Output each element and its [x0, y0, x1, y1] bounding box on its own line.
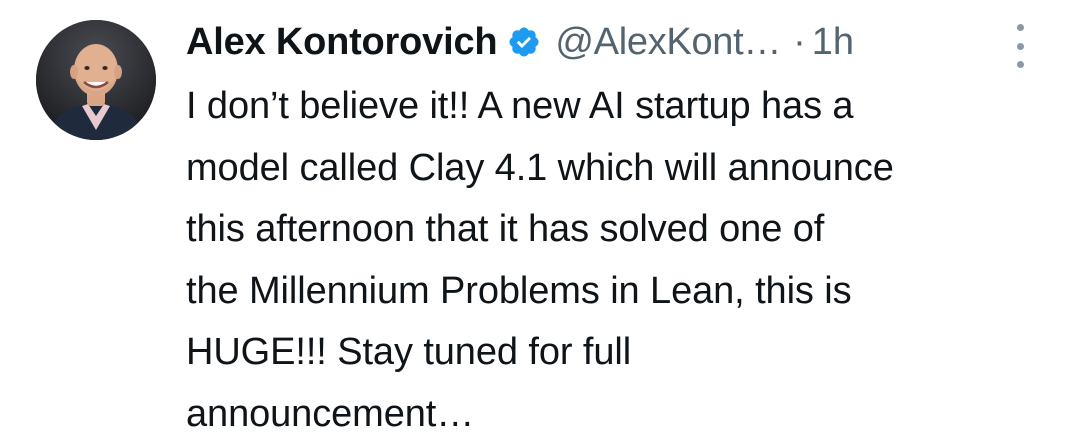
author-avatar[interactable]: [36, 20, 156, 140]
more-options-icon[interactable]: [1002, 24, 1038, 68]
tweet[interactable]: Alex Kontorovich @AlexKont… · 1h I don’t…: [0, 0, 1080, 446]
tweet-text-line: announcement…: [186, 392, 475, 435]
more-dot: [1016, 42, 1024, 50]
tweet-header: Alex Kontorovich @AlexKont… · 1h: [186, 12, 1056, 72]
tweet-text-line: I don’t believe it!! A new AI startup ha…: [186, 85, 854, 127]
tweet-content: Alex Kontorovich @AlexKont… · 1h I don’t…: [186, 12, 1056, 445]
author-display-name[interactable]: Alex Kontorovich: [186, 21, 498, 64]
tweet-text-line: HUGE!!! Stay tuned for full: [186, 331, 632, 373]
tweet-text-line: model called Clay 4.1 which will announc…: [186, 146, 894, 189]
tweet-text: I don’t believe it!! A new AI startup ha…: [186, 76, 1056, 445]
tweet-text-line: the Millennium Problems in Lean, this is: [186, 269, 852, 312]
meta-separator: ·: [793, 20, 806, 63]
avatar-image: [36, 20, 156, 140]
more-dot: [1016, 24, 1024, 31]
verified-badge-icon: [507, 25, 541, 59]
more-dot: [1016, 61, 1024, 68]
tweet-timestamp[interactable]: 1h: [812, 21, 854, 64]
author-handle[interactable]: @AlexKont…: [555, 21, 781, 64]
tweet-text-line: this afternoon that it has solved one of: [186, 208, 825, 250]
